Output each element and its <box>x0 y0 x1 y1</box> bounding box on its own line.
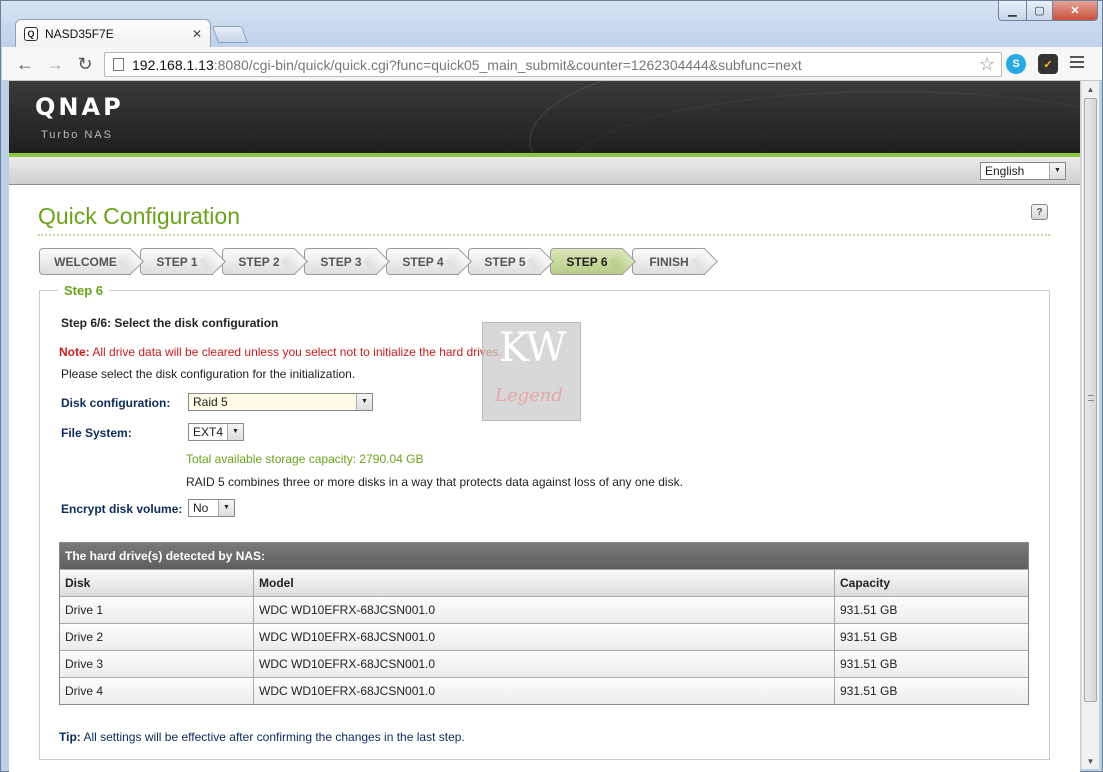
page-viewport: QNAP Turbo NAS English ▼ Quick Configura… <box>9 81 1080 772</box>
chevron-down-icon: ▼ <box>227 424 243 440</box>
page-icon <box>113 58 124 71</box>
capacity-cell: 931.51 GB <box>840 603 898 617</box>
chevron-down-icon: ▼ <box>218 500 234 516</box>
model-cell: WDC WD10EFRX-68JCSN001.0 <box>254 624 835 650</box>
disk-cell: Drive 3 <box>60 651 254 677</box>
capacity-cell: 931.51 GB <box>840 657 898 671</box>
title-bar: Q NASD35F7E ✕ ▁ ▢ ✕ <box>1 1 1102 47</box>
page-title: Quick Configuration <box>38 203 240 229</box>
language-bar: English ▼ <box>9 157 1080 185</box>
capacity-cell: 931.51 GB <box>840 630 898 644</box>
disk-config-label: Disk configuration: <box>61 396 171 410</box>
address-bar[interactable]: 192.168.1.13:8080/cgi-bin/quick/quick.cg… <box>104 52 1002 77</box>
back-arrow-icon[interactable]: ← <box>14 53 36 75</box>
note-text: All drive data will be cleared unless yo… <box>89 345 502 359</box>
close-window-button[interactable]: ✕ <box>1052 1 1098 21</box>
reload-icon[interactable]: ↻ <box>74 53 96 75</box>
disk-config-value: Raid 5 <box>193 395 228 409</box>
file-system-value: EXT4 <box>193 425 224 439</box>
chrome-menu-icon[interactable] <box>1070 56 1084 71</box>
disk-cell: Drive 1 <box>60 597 254 623</box>
instruction-text: Please select the disk configuration for… <box>61 367 356 381</box>
tip-text: Tip: All settings will be effective afte… <box>59 730 465 744</box>
tab-close-icon[interactable]: ✕ <box>192 27 202 41</box>
browser-toolbar: ← → ↻ 192.168.1.13:8080/cgi-bin/quick/qu… <box>2 47 1102 81</box>
header-disk: Disk <box>60 570 254 596</box>
scroll-down-icon[interactable]: ▼ <box>1082 753 1099 769</box>
capacity-text: Total available storage capacity: 2790.0… <box>186 452 424 466</box>
header-capacity: Capacity <box>840 576 891 590</box>
qnap-logo: QNAP <box>35 93 124 121</box>
step6-legend: Step 6 <box>58 283 110 298</box>
bookmark-star-icon[interactable]: ☆ <box>979 54 995 75</box>
step-4[interactable]: STEP 4 <box>386 248 459 275</box>
skype-extension-icon[interactable]: S <box>1006 54 1026 74</box>
model-cell: WDC WD10EFRX-68JCSN001.0 <box>254 678 835 704</box>
language-select[interactable]: English ▼ <box>980 162 1066 180</box>
tip-body: All settings will be effective after con… <box>80 730 465 744</box>
browser-window: Q NASD35F7E ✕ ▁ ▢ ✕ ← → ↻ 192.168.1.13:8… <box>0 0 1103 772</box>
watermark-kw: KW <box>499 325 567 371</box>
raid-description: RAID 5 combines three or more disks in a… <box>186 475 683 489</box>
chevron-down-icon: ▼ <box>1049 163 1065 179</box>
watermark-legend: Legend <box>495 385 563 406</box>
encrypt-label: Encrypt disk volume: <box>61 502 183 516</box>
step-heading: Step 6/6: Select the disk configuration <box>61 316 279 330</box>
disk-config-select[interactable]: Raid 5 ▼ <box>188 393 373 411</box>
scroll-up-icon[interactable]: ▲ <box>1082 81 1099 97</box>
table-row: Drive 4 WDC WD10EFRX-68JCSN001.0 931.51 … <box>60 677 1028 704</box>
chevron-down-icon: ▼ <box>356 394 372 410</box>
drives-table: The hard drive(s) detected by NAS: Disk … <box>59 542 1029 705</box>
scrollbar-thumb[interactable] <box>1084 98 1097 702</box>
step-finish[interactable]: FINISH <box>632 248 705 275</box>
extension-icon[interactable]: ✓ <box>1038 54 1058 74</box>
turbo-nas-label: Turbo NAS <box>41 129 114 141</box>
disk-cell: Drive 4 <box>60 678 254 704</box>
vertical-scrollbar[interactable]: ▲ ▼ <box>1081 81 1099 769</box>
step-6[interactable]: STEP 6 <box>550 248 623 275</box>
table-row: Drive 3 WDC WD10EFRX-68JCSN001.0 931.51 … <box>60 650 1028 677</box>
url-host: 192.168.1.13 <box>132 56 214 73</box>
forward-arrow-icon[interactable]: → <box>44 53 66 75</box>
title-divider <box>38 234 1050 236</box>
capacity-cell: 931.51 GB <box>840 684 898 698</box>
step-3[interactable]: STEP 3 <box>304 248 377 275</box>
qnap-favicon-icon: Q <box>24 26 38 41</box>
file-system-label: File System: <box>61 426 132 440</box>
qnap-header: QNAP Turbo NAS <box>9 81 1080 153</box>
header-model: Model <box>254 570 835 596</box>
language-value: English <box>985 164 1025 178</box>
model-cell: WDC WD10EFRX-68JCSN001.0 <box>254 651 835 677</box>
table-row: Drive 2 WDC WD10EFRX-68JCSN001.0 931.51 … <box>60 623 1028 650</box>
tab-title: NASD35F7E <box>45 26 114 41</box>
step-welcome[interactable]: WELCOME <box>39 248 131 275</box>
file-system-select[interactable]: EXT4 ▼ <box>188 423 244 441</box>
step-2[interactable]: STEP 2 <box>222 248 295 275</box>
table-caption: The hard drive(s) detected by NAS: <box>60 543 1028 569</box>
step-1[interactable]: STEP 1 <box>140 248 213 275</box>
note-label: Note: <box>59 345 90 359</box>
model-cell: WDC WD10EFRX-68JCSN001.0 <box>254 597 835 623</box>
table-header-row: Disk Model Capacity <box>60 569 1028 596</box>
browser-tab[interactable]: Q NASD35F7E ✕ <box>15 19 211 47</box>
maximize-button[interactable]: ▢ <box>1026 1 1053 21</box>
watermark-logo: KW Legend <box>482 322 581 421</box>
tip-label: Tip: <box>59 730 81 744</box>
warning-note: Note: All drive data will be cleared unl… <box>59 345 502 359</box>
help-icon[interactable]: ? <box>1031 204 1048 220</box>
disk-cell: Drive 2 <box>60 624 254 650</box>
new-tab-button[interactable] <box>211 26 249 43</box>
encrypt-select[interactable]: No ▼ <box>188 499 235 517</box>
encrypt-value: No <box>193 501 209 515</box>
url-path: :8080/cgi-bin/quick/quick.cgi?func=quick… <box>213 56 802 73</box>
minimize-button[interactable]: ▁ <box>998 1 1027 21</box>
table-row: Drive 1 WDC WD10EFRX-68JCSN001.0 931.51 … <box>60 596 1028 623</box>
step-5[interactable]: STEP 5 <box>468 248 541 275</box>
